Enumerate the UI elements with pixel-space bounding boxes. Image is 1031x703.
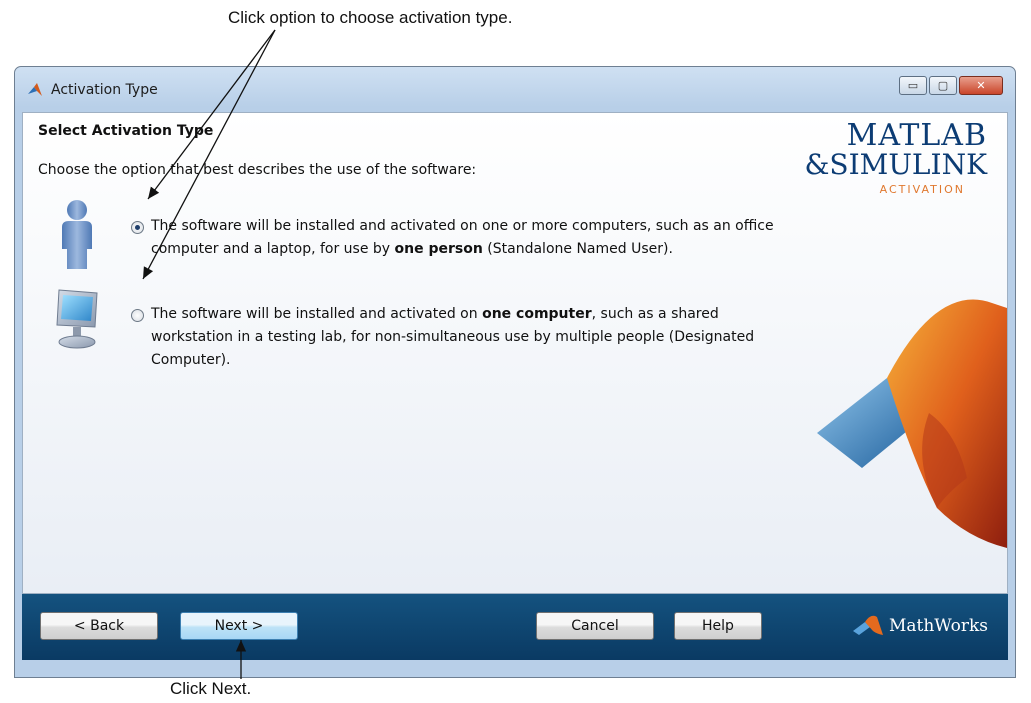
mathworks-membrane-icon xyxy=(852,615,883,635)
matlab-membrane-logo xyxy=(817,299,1007,548)
option-standalone-text[interactable]: The software will be installed and activ… xyxy=(151,215,791,261)
page-subtitle: Choose the option that best describes th… xyxy=(38,162,477,178)
brand-line-matlab: MATLAB xyxy=(846,118,987,153)
option-1-text-bold: one person xyxy=(394,241,483,257)
window-title: Activation Type xyxy=(51,81,158,98)
option-1-text-post: (Standalone Named User). xyxy=(482,241,673,257)
content-panel: Select Activation Type Choose the option… xyxy=(22,112,1008,594)
activation-window: Activation Type ▭ ▢ ✕ Select Activation … xyxy=(14,66,1016,678)
back-button[interactable]: < Back xyxy=(40,612,158,640)
window-controls: ▭ ▢ ✕ xyxy=(899,76,1003,95)
person-icon xyxy=(62,200,92,269)
cancel-button[interactable]: Cancel xyxy=(536,612,654,640)
callout-click-next: Click Next. xyxy=(170,679,252,698)
wizard-footer: < Back Next > Cancel Help MathWorks xyxy=(22,594,1008,660)
option-2-text-bold: one computer xyxy=(482,306,592,322)
option-2-text-pre: The software will be installed and activ… xyxy=(151,306,483,322)
close-button[interactable]: ✕ xyxy=(959,76,1003,95)
option-designated-text[interactable]: The software will be installed and activ… xyxy=(151,303,791,372)
next-button[interactable]: Next > xyxy=(180,612,298,640)
maximize-button[interactable]: ▢ xyxy=(929,76,957,95)
mathworks-wordmark: MathWorks xyxy=(888,616,988,636)
matlab-logo-icon xyxy=(28,82,42,96)
minimize-button[interactable]: ▭ xyxy=(899,76,927,95)
help-button[interactable]: Help xyxy=(674,612,762,640)
brand-line-activation: ACTIVATION xyxy=(879,183,965,196)
computer-icon xyxy=(56,289,98,349)
page-heading: Select Activation Type xyxy=(38,123,214,139)
title-bar[interactable]: Activation Type ▭ ▢ ✕ xyxy=(15,67,1015,112)
brand-line-simulink: &SIMULINK xyxy=(804,148,987,181)
callout-choose-type: Click option to choose activation type. xyxy=(228,8,513,27)
mathworks-logo: MathWorks xyxy=(852,615,988,637)
matlab-simulink-brand: MATLAB &SIMULINK ACTIVATION xyxy=(804,118,987,197)
radio-standalone-named-user[interactable] xyxy=(131,221,144,234)
radio-designated-computer[interactable] xyxy=(131,309,144,322)
